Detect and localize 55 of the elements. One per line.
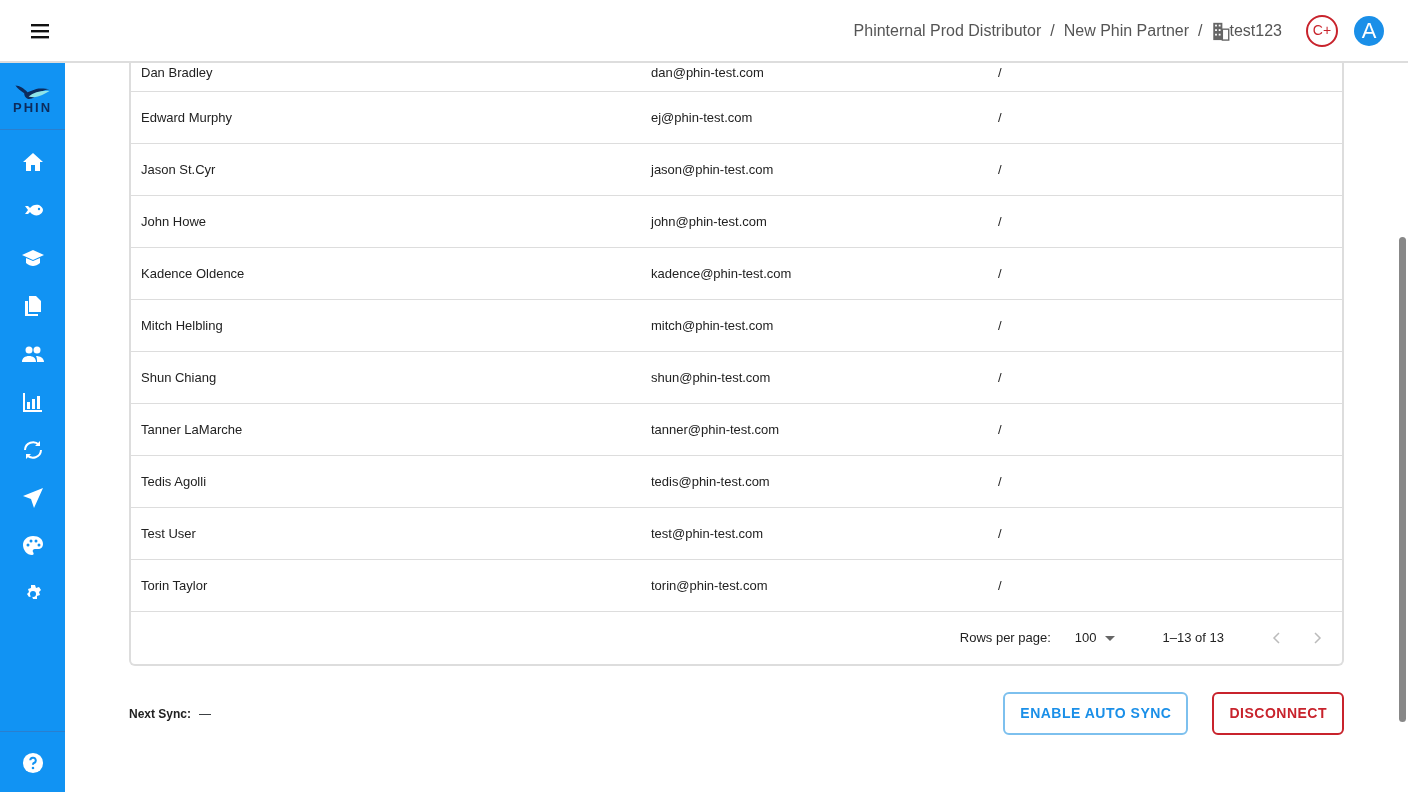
table-cell: / (998, 265, 1002, 281)
table-cell: Tedis Agolli (141, 473, 207, 489)
table-cell: / (998, 421, 1002, 437)
table-cell: kadence@phin-test.com (651, 265, 792, 281)
rows-per-page-select[interactable]: 100 (1074, 628, 1115, 648)
rows-per-page-label: Rows per page: (959, 629, 1051, 648)
table-cell: / (998, 109, 1002, 125)
scrollbar-thumb[interactable] (1399, 237, 1406, 722)
table-cell: Torin Taylor (141, 577, 208, 593)
table-cell: Edward Murphy (141, 109, 233, 125)
table-cell: / (998, 473, 1002, 489)
table-cell: Tanner LaMarche (141, 421, 243, 437)
breadcrumb-separator: / (1050, 20, 1055, 41)
table-cell: Shun Chiang (141, 369, 217, 385)
table-cell: / (998, 369, 1002, 385)
breadcrumb-link[interactable]: New Phin Partner (1063, 18, 1190, 43)
table-cell: shun@phin-test.com (651, 369, 771, 385)
table-cell: test@phin-test.com (651, 525, 764, 541)
page-range: 1–13 of 13 (1162, 629, 1224, 648)
table-cell: / (998, 65, 1002, 80)
table-cell: jason@phin-test.com (651, 161, 774, 177)
table-cell: dan@phin-test.com (651, 65, 764, 80)
disconnect-button[interactable]: DISCONNECT (1212, 692, 1344, 735)
help-button[interactable] (21, 752, 44, 774)
table-cell: ej@phin-test.com (651, 109, 753, 125)
table-cell: / (998, 577, 1002, 593)
breadcrumb-separator: / (1198, 20, 1203, 41)
breadcrumb-link[interactable]: test123 (1229, 18, 1282, 43)
table-cell: / (998, 317, 1002, 333)
sidebar-nav-item[interactable] (20, 534, 45, 558)
breadcrumb-link[interactable]: Phinternal Prod Distributor (853, 18, 1042, 43)
table-cell: tanner@phin-test.com (651, 421, 780, 437)
table-cell: Kadence Oldence (141, 265, 245, 281)
table-cell: / (998, 525, 1002, 541)
bar-chart-icon (20, 390, 45, 414)
sidebar-nav-item[interactable] (20, 390, 45, 414)
table-cell: john@phin-test.com (651, 213, 767, 229)
table-cell: John Howe (141, 213, 207, 229)
table-cell: mitch@phin-test.com (651, 317, 774, 333)
building-icon (1211, 20, 1230, 41)
logo-text: PHIN (12, 100, 53, 114)
grade-badge: C+ (1306, 14, 1338, 47)
table-cell: Jason St.Cyr (141, 161, 216, 177)
table-cell: Mitch Helbling (141, 317, 223, 333)
table-cell: torin@phin-test.com (651, 577, 768, 593)
palette-icon (20, 534, 45, 558)
next-sync-label: Next Sync: (129, 705, 192, 723)
table-cell: / (998, 161, 1002, 177)
help-icon (21, 752, 44, 774)
table-cell: tedis@phin-test.com (651, 473, 770, 489)
caret-icon (1104, 635, 1115, 641)
table-cell: Dan Bradley (141, 65, 213, 80)
table-cell: / (998, 213, 1002, 229)
table-cell: Test User (141, 525, 196, 541)
next-sync-value: — (199, 705, 212, 723)
